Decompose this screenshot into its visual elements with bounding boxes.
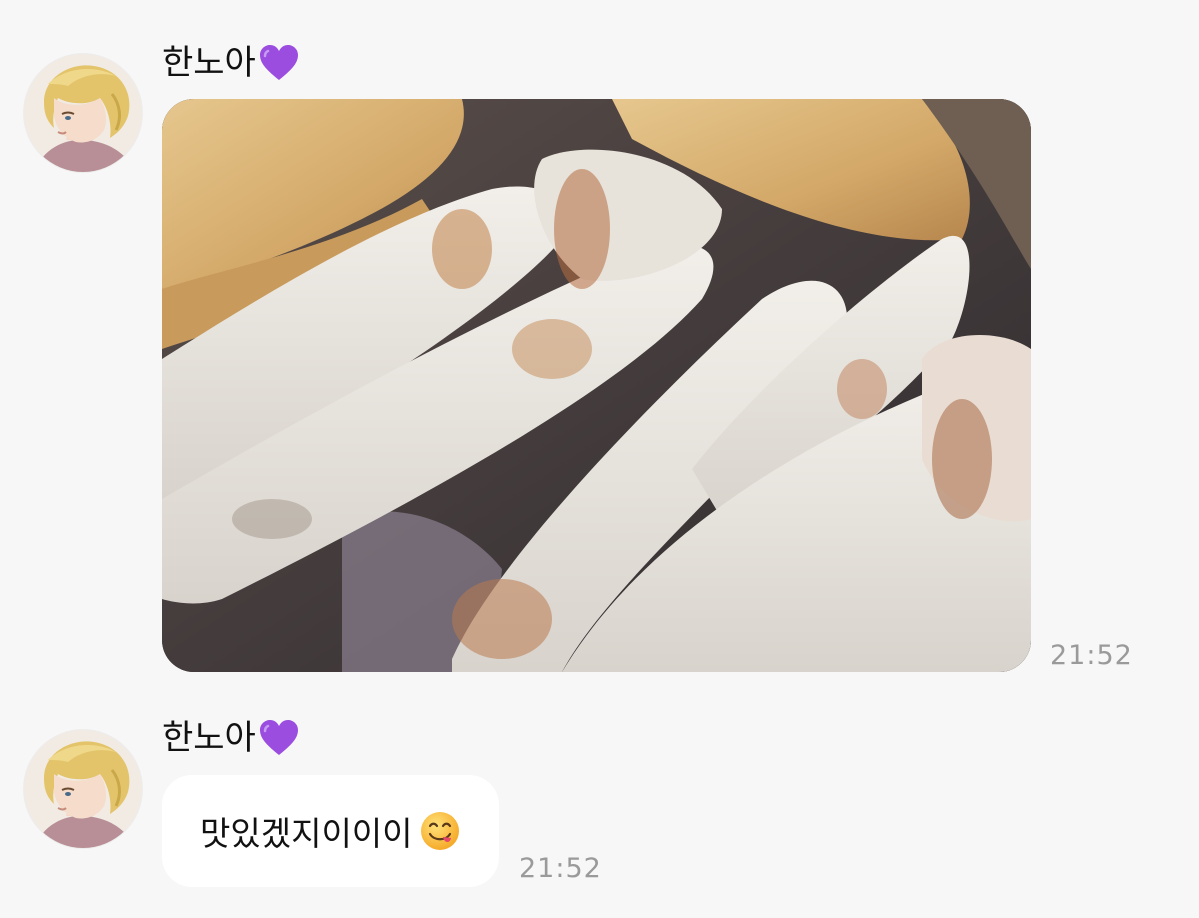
sender-name-text: 한노아 [162,718,256,758]
message-2: 한노아 맛있겠지이이이 21:52 [0,0,1199,918]
face-savoring-food-icon [419,810,461,852]
sender-name: 한노아 [162,718,300,758]
message-time: 21:52 [519,853,602,884]
avatar[interactable] [24,730,142,848]
purple-heart-icon [258,718,300,758]
message-bubble[interactable]: 맛있겠지이이이 [162,775,499,887]
message-text: 맛있겠지이이이 [200,814,413,853]
